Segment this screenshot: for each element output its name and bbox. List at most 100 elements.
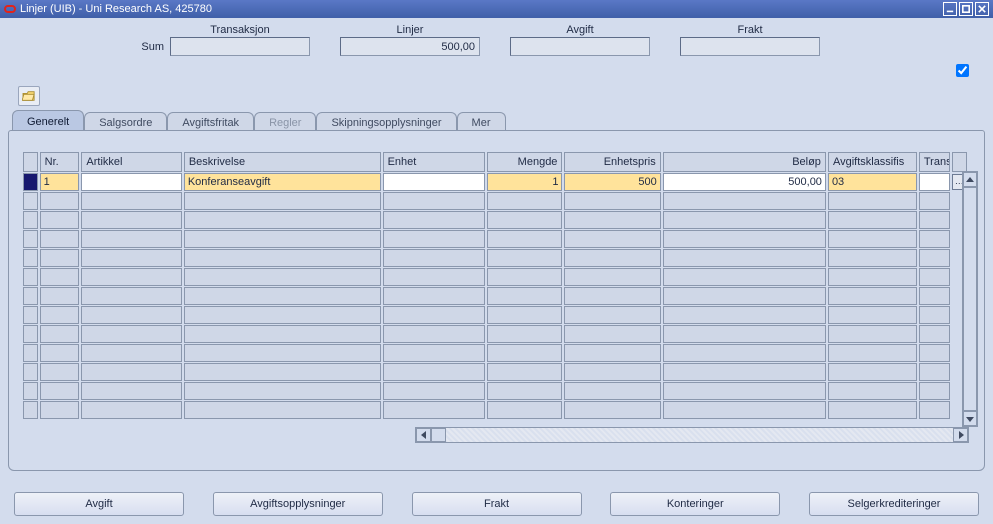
v-thumb[interactable] [963,187,977,411]
empty-cell[interactable] [919,325,950,343]
empty-cell[interactable] [564,401,660,419]
empty-cell[interactable] [40,287,80,305]
empty-cell[interactable] [564,287,660,305]
empty-cell[interactable] [487,325,562,343]
empty-cell[interactable] [383,192,486,210]
empty-cell[interactable] [564,325,660,343]
empty-cell[interactable] [919,306,950,324]
empty-cell[interactable] [564,268,660,286]
empty-cell[interactable] [487,344,562,362]
empty-cell[interactable] [919,230,950,248]
empty-cell[interactable] [23,363,38,381]
v-track[interactable] [963,187,977,411]
col-belop[interactable]: Beløp [663,152,826,172]
empty-cell[interactable] [564,382,660,400]
minimize-button[interactable] [943,2,957,16]
empty-cell[interactable] [828,211,917,229]
empty-cell[interactable] [23,230,38,248]
tab-skipning[interactable]: Skipningsopplysninger [316,112,456,132]
empty-cell[interactable] [81,192,181,210]
empty-cell[interactable] [383,287,486,305]
h-thumb[interactable] [431,428,446,442]
empty-cell[interactable] [184,287,381,305]
empty-cell[interactable] [23,306,38,324]
cell-avgift[interactable]: 03 [828,173,917,191]
empty-cell[interactable] [40,211,80,229]
selgerkrediteringer-button[interactable]: Selgerkrediteringer [809,492,979,516]
empty-cell[interactable] [663,249,826,267]
empty-cell[interactable] [23,382,38,400]
empty-cell[interactable] [383,230,486,248]
col-nr[interactable]: Nr. [40,152,80,172]
empty-cell[interactable] [487,211,562,229]
empty-cell[interactable] [919,249,950,267]
empty-cell[interactable] [828,230,917,248]
empty-cell[interactable] [663,268,826,286]
konteringer-button[interactable]: Konteringer [610,492,780,516]
empty-cell[interactable] [383,249,486,267]
empty-cell[interactable] [487,230,562,248]
empty-cell[interactable] [919,192,950,210]
empty-cell[interactable] [383,268,486,286]
empty-cell[interactable] [184,382,381,400]
empty-cell[interactable] [23,249,38,267]
empty-cell[interactable] [23,287,38,305]
empty-cell[interactable] [828,325,917,343]
empty-cell[interactable] [828,192,917,210]
cell-artikkel[interactable] [81,173,181,191]
row-selector[interactable] [23,173,38,191]
empty-cell[interactable] [919,211,950,229]
folder-button[interactable] [18,86,40,106]
empty-cell[interactable] [81,325,181,343]
empty-cell[interactable] [81,363,181,381]
empty-cell[interactable] [828,287,917,305]
empty-cell[interactable] [184,401,381,419]
empty-cell[interactable] [81,344,181,362]
tab-salgsordre[interactable]: Salgsordre [84,112,167,132]
empty-cell[interactable] [40,192,80,210]
empty-cell[interactable] [40,382,80,400]
col-trans[interactable]: Trans. [919,152,950,172]
empty-cell[interactable] [919,363,950,381]
empty-cell[interactable] [23,192,38,210]
empty-cell[interactable] [564,306,660,324]
frakt-button[interactable]: Frakt [412,492,582,516]
empty-cell[interactable] [81,382,181,400]
empty-cell[interactable] [663,192,826,210]
cell-mengde[interactable]: 1 [487,173,562,191]
cell-enhet[interactable] [383,173,486,191]
empty-cell[interactable] [487,363,562,381]
empty-cell[interactable] [487,382,562,400]
empty-cell[interactable] [663,401,826,419]
sum-field-transaksjon[interactable] [170,37,310,56]
empty-cell[interactable] [663,363,826,381]
avgift-button[interactable]: Avgift [14,492,184,516]
cell-nr[interactable]: 1 [40,173,80,191]
empty-cell[interactable] [663,306,826,324]
empty-cell[interactable] [184,192,381,210]
empty-cell[interactable] [487,268,562,286]
col-mengde[interactable]: Mengde [487,152,562,172]
horizontal-scrollbar[interactable] [415,427,969,443]
cell-trans[interactable] [919,173,950,191]
empty-cell[interactable] [40,306,80,324]
sum-field-linjer[interactable]: 500,00 [340,37,480,56]
tab-mer[interactable]: Mer [457,112,506,132]
empty-cell[interactable] [23,211,38,229]
col-enhetspris[interactable]: Enhetspris [564,152,660,172]
empty-cell[interactable] [564,363,660,381]
empty-cell[interactable] [81,287,181,305]
vertical-scrollbar[interactable] [962,171,978,427]
scroll-down-icon[interactable] [963,411,977,426]
maximize-button[interactable] [959,2,973,16]
empty-cell[interactable] [23,268,38,286]
empty-cell[interactable] [487,249,562,267]
empty-cell[interactable] [40,401,80,419]
empty-cell[interactable] [919,382,950,400]
empty-cell[interactable] [487,192,562,210]
cell-beskrivelse[interactable]: Konferanseavgift [184,173,381,191]
empty-cell[interactable] [81,249,181,267]
empty-cell[interactable] [383,211,486,229]
cell-belop[interactable]: 500,00 [663,173,826,191]
empty-cell[interactable] [81,230,181,248]
